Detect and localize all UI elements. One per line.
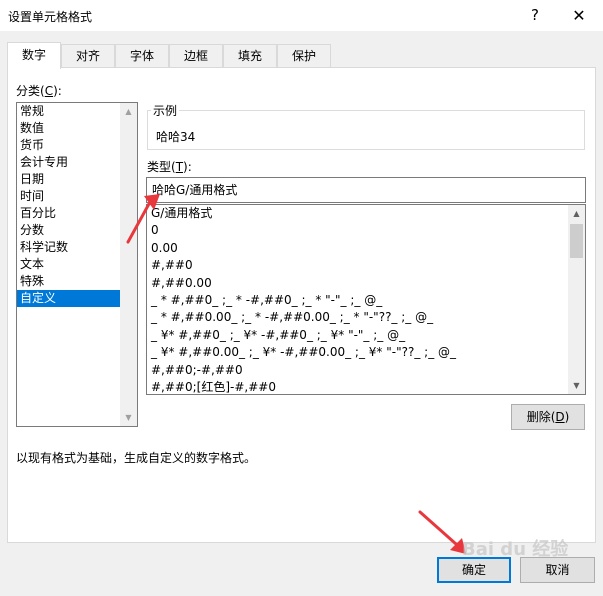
category-item-general[interactable]: 常规 bbox=[17, 103, 137, 120]
help-button[interactable]: ? bbox=[515, 0, 555, 31]
scroll-down-icon[interactable]: ▼ bbox=[120, 409, 137, 426]
format-item[interactable]: _ ¥* #,##0_ ;_ ¥* -#,##0_ ;_ ¥* "-"_ ;_ … bbox=[147, 327, 585, 344]
type-input[interactable]: 哈哈G/通用格式 bbox=[146, 177, 586, 203]
ok-button[interactable]: 确定 bbox=[437, 557, 511, 583]
category-item-number[interactable]: 数值 bbox=[17, 120, 137, 137]
category-item-currency[interactable]: 货币 bbox=[17, 137, 137, 154]
cancel-button[interactable]: 取消 bbox=[520, 557, 595, 583]
category-item-accounting[interactable]: 会计专用 bbox=[17, 154, 137, 171]
tab-number[interactable]: 数字 bbox=[7, 42, 61, 69]
type-label: 类型(T): bbox=[147, 158, 192, 175]
category-label: 分类(C): bbox=[16, 82, 62, 99]
delete-button[interactable]: 删除(D) bbox=[511, 404, 585, 430]
dialog-title: 设置单元格格式 bbox=[8, 10, 93, 24]
category-item-fraction[interactable]: 分数 bbox=[17, 222, 137, 239]
category-label-prefix: 分类( bbox=[16, 84, 45, 98]
format-list[interactable]: G/通用格式 0 0.00 #,##0 #,##0.00 _ * #,##0_ … bbox=[146, 204, 586, 395]
scroll-up-icon[interactable]: ▲ bbox=[568, 205, 585, 222]
tab-fill[interactable]: 填充 bbox=[223, 44, 277, 68]
format-item[interactable]: #,##0 bbox=[147, 257, 585, 274]
tab-protection[interactable]: 保护 bbox=[277, 44, 331, 68]
category-item-date[interactable]: 日期 bbox=[17, 171, 137, 188]
type-label-suffix: ): bbox=[183, 160, 192, 174]
category-list[interactable]: 常规 数值 货币 会计专用 日期 时间 百分比 分数 科学记数 文本 特殊 自定… bbox=[16, 102, 138, 427]
scroll-down-icon[interactable]: ▼ bbox=[568, 377, 585, 394]
format-item[interactable]: 0.00 bbox=[147, 240, 585, 257]
format-item[interactable]: #,##0;-#,##0 bbox=[147, 362, 585, 379]
category-item-time[interactable]: 时间 bbox=[17, 188, 137, 205]
category-item-custom[interactable]: 自定义 bbox=[17, 290, 137, 307]
format-item[interactable]: #,##0;[红色]-#,##0 bbox=[147, 379, 585, 394]
category-item-text[interactable]: 文本 bbox=[17, 256, 137, 273]
category-item-scientific[interactable]: 科学记数 bbox=[17, 239, 137, 256]
delete-button-suffix: ) bbox=[564, 410, 570, 424]
category-label-suffix: ): bbox=[53, 84, 62, 98]
tab-font[interactable]: 字体 bbox=[115, 44, 169, 68]
format-item[interactable]: 0 bbox=[147, 222, 585, 239]
type-label-key: T bbox=[175, 160, 184, 174]
tab-border[interactable]: 边框 bbox=[169, 44, 223, 68]
scroll-up-icon[interactable]: ▲ bbox=[120, 103, 137, 120]
title-bar: 设置单元格格式 ? ✕ bbox=[0, 0, 603, 31]
sample-group bbox=[147, 110, 585, 150]
sample-legend: 示例 bbox=[151, 102, 180, 119]
category-item-special[interactable]: 特殊 bbox=[17, 273, 137, 290]
format-scrollbar[interactable]: ▲ ▼ bbox=[568, 205, 585, 394]
sample-value: 哈哈34 bbox=[156, 130, 196, 144]
format-item[interactable]: _ * #,##0.00_ ;_ * -#,##0.00_ ;_ * "-"??… bbox=[147, 309, 585, 326]
scrollbar-thumb[interactable] bbox=[570, 224, 583, 258]
format-item[interactable]: _ ¥* #,##0.00_ ;_ ¥* -#,##0.00_ ;_ ¥* "-… bbox=[147, 344, 585, 361]
type-label-prefix: 类型( bbox=[147, 160, 176, 174]
category-scrollbar[interactable]: ▲ ▼ bbox=[120, 103, 137, 426]
delete-button-label: 删除( bbox=[526, 410, 556, 424]
description-text: 以现有格式为基础，生成自定义的数字格式。 bbox=[16, 451, 257, 465]
category-item-percentage[interactable]: 百分比 bbox=[17, 205, 137, 222]
delete-button-key: D bbox=[555, 410, 565, 424]
tab-alignment[interactable]: 对齐 bbox=[61, 44, 115, 68]
close-button[interactable]: ✕ bbox=[559, 0, 599, 31]
category-label-key: C bbox=[44, 84, 54, 98]
format-item[interactable]: _ * #,##0_ ;_ * -#,##0_ ;_ * "-"_ ;_ @_ bbox=[147, 292, 585, 309]
format-item[interactable]: #,##0.00 bbox=[147, 275, 585, 292]
format-item[interactable]: G/通用格式 bbox=[147, 205, 585, 222]
